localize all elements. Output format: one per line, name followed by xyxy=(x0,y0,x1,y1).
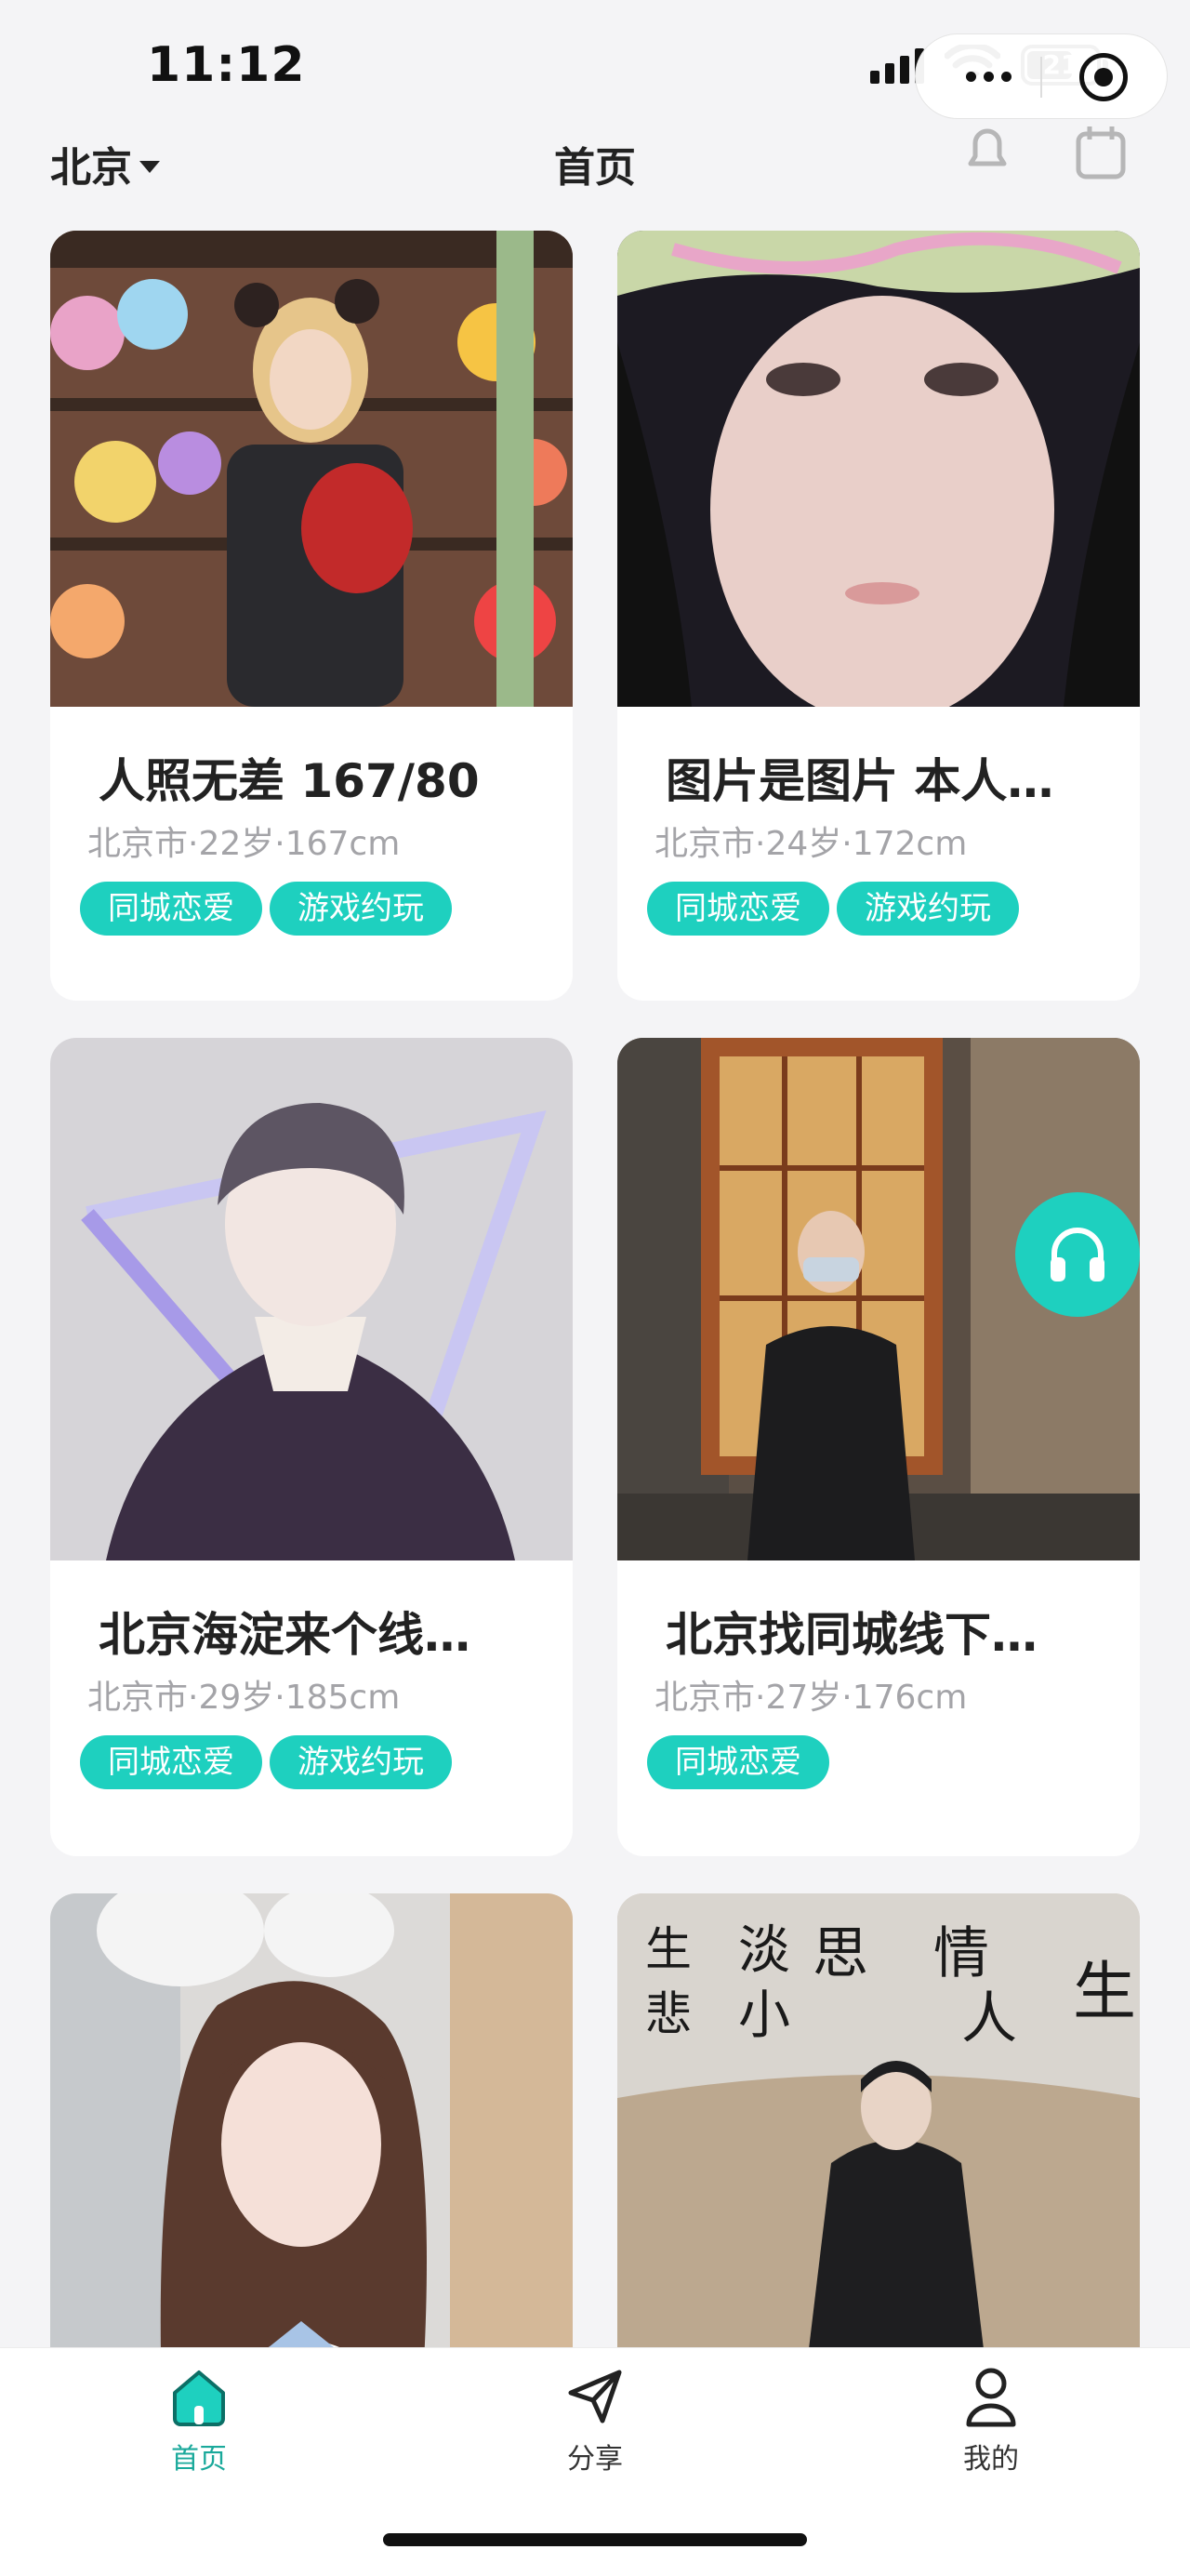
profile-card[interactable]: 图片是图片 本人… 北京市·24岁·172cm 同城恋爱 游戏约玩 xyxy=(617,231,1140,1001)
card-tags: 同城恋爱 游戏约玩 xyxy=(647,882,1019,936)
calligraphy-char: 生 xyxy=(1073,1956,1137,2029)
status-time: 11:12 xyxy=(147,37,306,93)
tab-label: 分享 xyxy=(567,2443,623,2476)
card-meta: 北京市·29岁·185cm xyxy=(87,1679,401,1717)
miniprogram-capsule xyxy=(915,33,1168,119)
tag: 游戏约玩 xyxy=(270,882,452,936)
tag: 同城恋爱 xyxy=(647,882,829,936)
home-indicator xyxy=(383,2533,807,2546)
card-tags: 同城恋爱 游戏约玩 xyxy=(80,1735,452,1789)
card-title: 北京海淀来个线… xyxy=(99,1608,470,1662)
capsule-divider xyxy=(1040,57,1042,98)
voice-chat-button[interactable] xyxy=(1015,1192,1140,1317)
card-title: 北京找同城线下… xyxy=(666,1608,1038,1662)
tag: 同城恋爱 xyxy=(80,882,262,936)
tag: 游戏约玩 xyxy=(270,1735,452,1789)
profile-card[interactable] xyxy=(50,1893,573,2396)
profile-icon xyxy=(966,2368,1016,2427)
calligraphy-char: 人 xyxy=(961,1986,1017,2052)
card-title: 图片是图片 本人… xyxy=(666,754,1054,808)
tag: 游戏约玩 xyxy=(837,882,1019,936)
calligraphy-char: 悲 xyxy=(645,1987,692,2041)
card-title: 人照无差 167/80 xyxy=(99,754,480,808)
tag: 同城恋爱 xyxy=(80,1735,262,1789)
tab-label: 我的 xyxy=(963,2443,1019,2476)
tab-mine[interactable]: 我的 xyxy=(898,2365,1084,2476)
home-icon xyxy=(173,2370,225,2426)
tab-home[interactable]: 首页 xyxy=(106,2365,292,2476)
profile-photo xyxy=(50,231,573,707)
profile-photo xyxy=(617,231,1140,707)
bell-icon[interactable] xyxy=(958,121,1017,180)
more-icon[interactable] xyxy=(966,72,1012,82)
profile-card[interactable]: 北京找同城线下… 北京市·27岁·176cm 同城恋爱 xyxy=(617,1038,1140,1856)
card-tags: 同城恋爱 游戏约玩 xyxy=(80,882,452,936)
share-icon xyxy=(568,2370,622,2423)
profile-photo xyxy=(50,1038,573,1560)
profile-card[interactable]: 思 情 人 生 淡 小 生 悲 xyxy=(617,1893,1140,2396)
calligraphy-char: 思 xyxy=(813,1921,868,1986)
card-meta: 北京市·27岁·176cm xyxy=(654,1679,968,1717)
profile-card[interactable]: 人照无差 167/80 北京市·22岁·167cm 同城恋爱 游戏约玩 xyxy=(50,231,573,1001)
calligraphy-char: 生 xyxy=(645,1922,692,1976)
profile-card[interactable]: 北京海淀来个线… 北京市·29岁·185cm 同城恋爱 游戏约玩 xyxy=(50,1038,573,1856)
profile-photo xyxy=(50,1893,573,2396)
close-target-icon[interactable] xyxy=(1079,53,1128,101)
card-tags: 同城恋爱 xyxy=(647,1735,829,1789)
tab-label: 首页 xyxy=(171,2443,227,2476)
calendar-icon[interactable] xyxy=(1071,123,1130,182)
tag: 同城恋爱 xyxy=(647,1735,829,1789)
tab-share[interactable]: 分享 xyxy=(502,2365,688,2476)
card-meta: 北京市·22岁·167cm xyxy=(87,825,401,863)
calligraphy-overlay: 思 情 人 生 淡 小 生 悲 xyxy=(617,1893,1140,2396)
calligraphy-char: 淡 xyxy=(738,1920,790,1981)
card-meta: 北京市·24岁·172cm xyxy=(654,825,968,863)
headphones-icon xyxy=(1051,1228,1104,1281)
calligraphy-char: 小 xyxy=(738,1985,790,2046)
